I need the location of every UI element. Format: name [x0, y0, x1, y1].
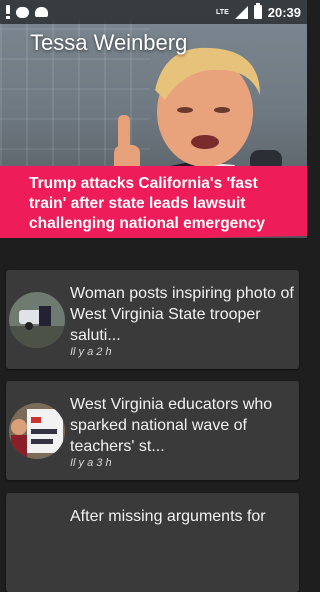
hero-story[interactable]: Tessa Weinberg Trump attacks California'… — [0, 0, 307, 238]
hero-author: Tessa Weinberg — [30, 30, 188, 55]
android-icon — [35, 7, 48, 17]
article-thumbnail — [9, 292, 65, 348]
signal-icon — [234, 5, 248, 19]
article-card[interactable]: After missing arguments for — [6, 493, 299, 592]
article-title: West Virginia educators who sparked nati… — [70, 396, 273, 455]
article-thumbnail — [9, 403, 65, 459]
article-card[interactable]: West Virginia educators who sparked nati… — [6, 381, 299, 480]
status-bar: LTE 20:39 — [0, 0, 307, 24]
article-time: Il y a 2 h — [70, 346, 112, 358]
hero-headline[interactable]: Trump attacks California's 'fast train' … — [29, 174, 297, 234]
battery-icon — [253, 3, 262, 19]
clock: 20:39 — [267, 4, 301, 20]
article-title: Woman posts inspiring photo of West Virg… — [70, 285, 294, 344]
article-title: After missing arguments for — [70, 508, 266, 525]
alert-icon — [6, 5, 10, 19]
article-time: Il y a 3 h — [70, 457, 112, 469]
message-icon — [16, 6, 29, 18]
article-card[interactable]: Woman posts inspiring photo of West Virg… — [6, 270, 299, 369]
network-type: LTE — [216, 8, 229, 16]
